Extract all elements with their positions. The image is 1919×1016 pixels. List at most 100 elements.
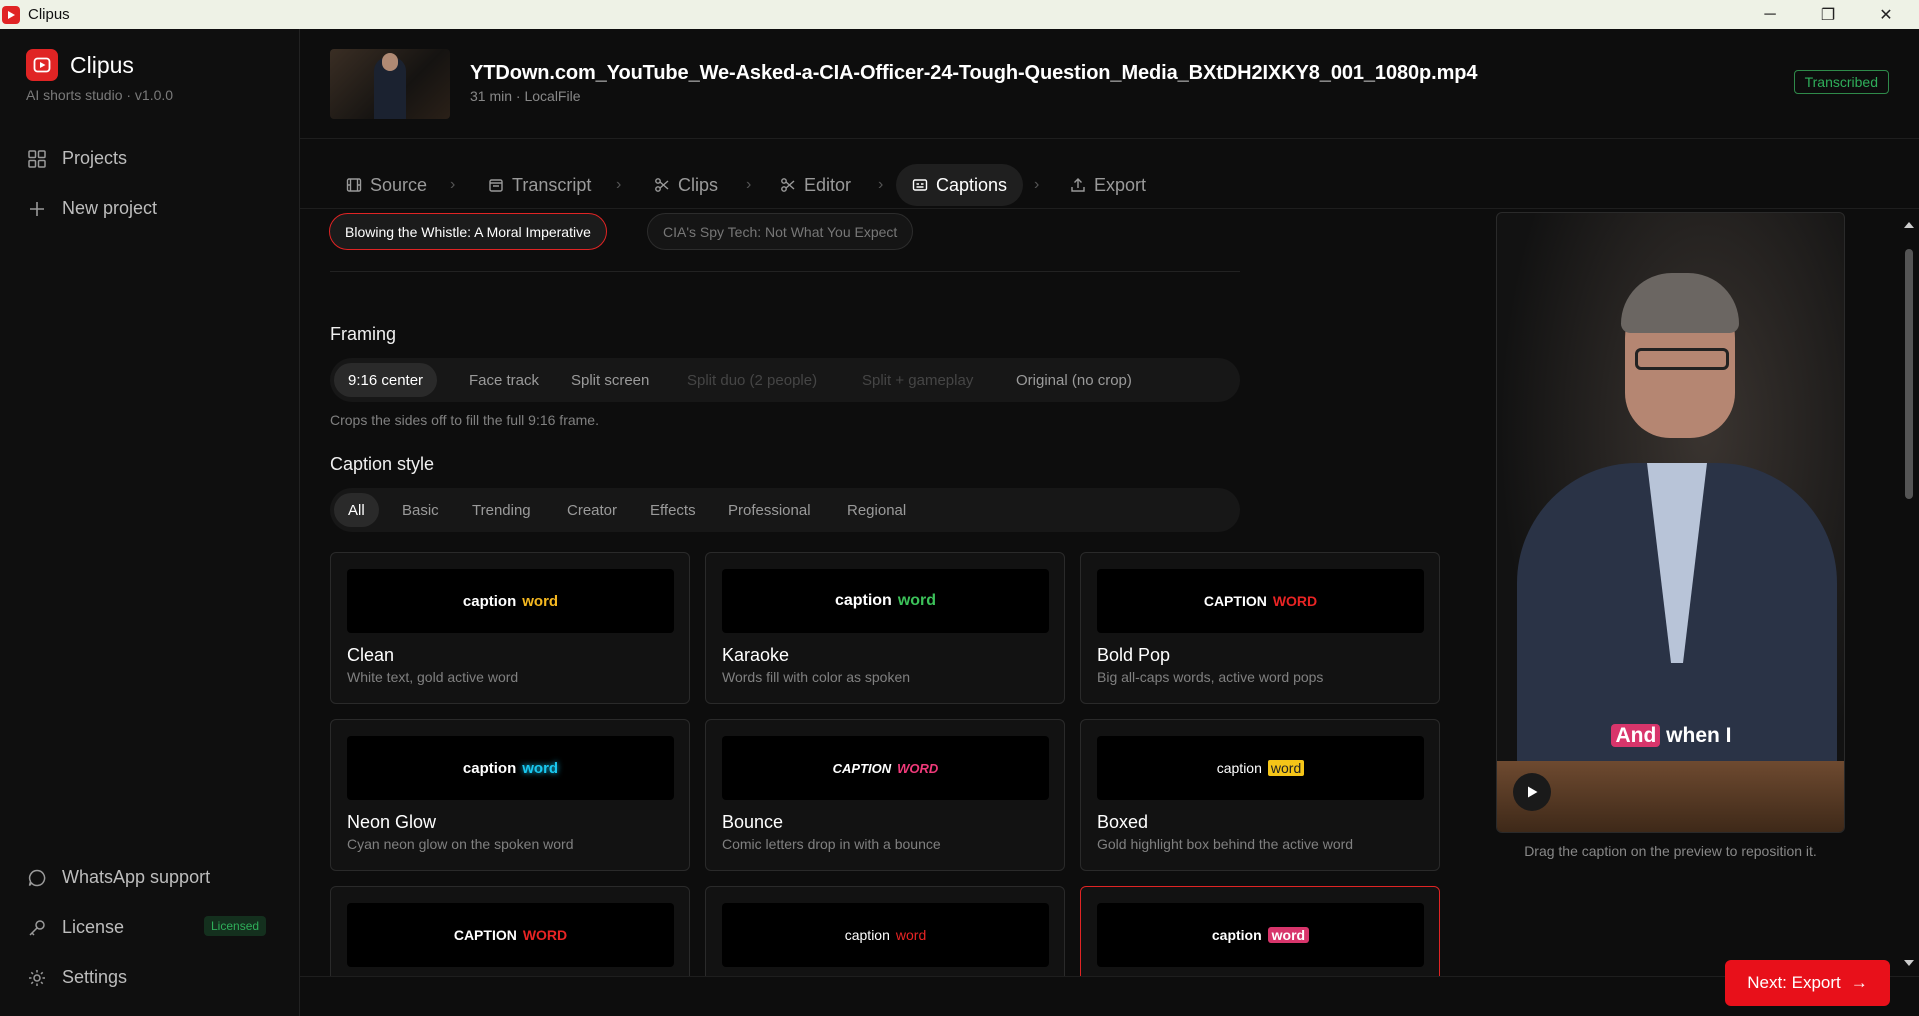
preview-caption-overlay[interactable]: And when I <box>1497 724 1844 748</box>
sidebar-item-label: Projects <box>62 148 128 168</box>
sidebar-item-label: New project <box>62 198 158 218</box>
tab-clips[interactable]: Clips <box>654 164 718 206</box>
scrollbar-thumb[interactable] <box>1905 249 1913 499</box>
close-button[interactable]: ✕ <box>1857 0 1915 29</box>
filter-basic[interactable]: Basic <box>388 493 453 527</box>
caption-style-card-clean[interactable]: caption word Clean White text, gold activ… <box>330 552 690 704</box>
brand-subtitle: AI shorts studio · v1.0.0 <box>26 87 174 103</box>
filter-effects[interactable]: Effects <box>636 493 710 527</box>
caption-style-description: Gold highlight box behind the active wor… <box>1097 836 1354 852</box>
filter-all[interactable]: All <box>334 493 379 527</box>
brand[interactable]: Clipus <box>26 49 134 81</box>
caption-style-description: Comic letters drop in with a bounce <box>722 836 941 852</box>
tab-captions[interactable]: Captions <box>896 164 1024 206</box>
clipus-logo-icon <box>26 49 58 81</box>
project-header: YTDown.com_YouTube_We-Asked-a-CIA-Office… <box>300 29 1919 139</box>
tab-editor[interactable]: Editor <box>780 164 851 206</box>
preview-person-hair <box>1621 273 1739 333</box>
film-icon <box>346 178 362 192</box>
caption-style-title: Caption style <box>330 454 435 474</box>
framing-option-9-16-center[interactable]: 9:16 center <box>334 363 438 397</box>
maximize-button[interactable]: ❐ <box>1799 0 1857 29</box>
document-icon <box>489 179 503 192</box>
chevron-right-icon: › <box>746 176 752 193</box>
caption-words: when I <box>1666 724 1732 747</box>
captions-icon <box>912 179 928 191</box>
caption-style-name: Clean <box>347 645 395 665</box>
transcribed-status-badge: Transcribed <box>1793 70 1889 94</box>
caption-style-card-selected[interactable]: caption word <box>1080 886 1440 976</box>
caption-style-preview: CAPTION WORD <box>722 736 1049 800</box>
framing-options: 9:16 center Face track Split screen Spli… <box>330 358 1240 402</box>
content-scrollbar[interactable] <box>1902 219 1916 969</box>
preview-person-glasses <box>1635 348 1729 370</box>
framing-option-original[interactable]: Original (no crop) <box>1002 363 1146 397</box>
tab-label: Transcript <box>512 174 592 195</box>
chat-bubble-icon <box>28 869 46 886</box>
preview-drag-hint: Drag the caption on the preview to repos… <box>1524 843 1817 859</box>
sidebar-item-license[interactable]: License <box>28 917 124 938</box>
caption-style-description: White text, gold active word <box>347 669 519 685</box>
caption-active-word: And <box>1611 724 1661 747</box>
filter-regional[interactable]: Regional <box>833 493 920 527</box>
sidebar-item-projects[interactable]: Projects <box>28 148 127 169</box>
brand-name: Clipus <box>70 51 134 78</box>
tab-label: Editor <box>804 174 852 195</box>
footer-bar <box>300 976 1919 1016</box>
caption-style-description: Big all-caps words, active word pops <box>1097 669 1324 685</box>
tab-export[interactable]: Export <box>1070 164 1146 206</box>
tab-label: Captions <box>936 174 1008 195</box>
license-status-badge: Licensed <box>204 916 267 936</box>
window-title: Clipus <box>28 6 70 23</box>
caption-style-name: Neon Glow <box>347 812 437 832</box>
window-titlebar: Clipus ─ ❐ ✕ <box>0 0 1919 29</box>
framing-option-split-duo[interactable]: Split duo (2 people) <box>673 363 831 397</box>
divider <box>330 271 1240 272</box>
minimize-button[interactable]: ─ <box>1741 0 1799 29</box>
tab-source[interactable]: Source <box>346 164 427 206</box>
caption-style-card[interactable]: CAPTION WORD <box>330 886 690 976</box>
caption-style-name: Bold Pop <box>1097 645 1171 665</box>
chevron-right-icon: › <box>878 176 884 193</box>
framing-hint: Crops the sides off to fill the full 9:1… <box>330 412 599 428</box>
caption-style-description: Cyan neon glow on the spoken word <box>347 836 574 852</box>
framing-option-face-track[interactable]: Face track <box>455 363 553 397</box>
caption-style-preview: caption word <box>347 569 674 633</box>
sidebar-item-label: Settings <box>62 967 128 987</box>
tab-label: Clips <box>678 174 719 195</box>
arrow-right-icon: → <box>1850 973 1868 992</box>
caption-style-card-bounce[interactable]: CAPTION WORD Bounce Comic letters drop in… <box>705 719 1065 871</box>
chevron-right-icon: › <box>450 176 456 193</box>
scroll-down-icon[interactable] <box>1902 957 1916 969</box>
sidebar-item-new-project[interactable]: New project <box>28 198 157 219</box>
filter-trending[interactable]: Trending <box>458 493 545 527</box>
filter-professional[interactable]: Professional <box>714 493 825 527</box>
clip-chip-selected[interactable]: Blowing the Whistle: A Moral Imperative <box>329 213 607 250</box>
caption-style-card[interactable]: caption word <box>705 886 1065 976</box>
upload-icon <box>1071 178 1085 192</box>
framing-option-split-gameplay[interactable]: Split + gameplay <box>848 363 987 397</box>
sidebar-item-settings[interactable]: Settings <box>28 967 127 988</box>
sidebar-item-whatsapp-support[interactable]: WhatsApp support <box>28 867 210 888</box>
framing-option-split-screen[interactable]: Split screen <box>557 363 663 397</box>
caption-style-preview: caption word <box>722 903 1049 967</box>
caption-style-card-karaoke[interactable]: caption word Karaoke Words fill with colo… <box>705 552 1065 704</box>
clip-chip[interactable]: CIA's Spy Tech: Not What You Expect <box>647 213 914 250</box>
app-icon <box>2 5 20 24</box>
next-export-button[interactable]: Next: Export → <box>1725 960 1890 1006</box>
caption-style-card-boxed[interactable]: caption word Boxed Gold highlight box beh… <box>1080 719 1440 871</box>
gear-icon <box>29 969 45 986</box>
captions-content: Blowing the Whistle: A Moral Imperative … <box>300 209 1919 976</box>
scroll-up-icon[interactable] <box>1902 219 1916 231</box>
caption-style-name: Karaoke <box>722 645 790 665</box>
filter-creator[interactable]: Creator <box>553 493 631 527</box>
workflow-tabs: Source › Transcript › Clips › Editor › C… <box>300 139 1919 209</box>
caption-style-card-bold-pop[interactable]: CAPTION WORD Bold Pop Big all-caps words,… <box>1080 552 1440 704</box>
tab-transcript[interactable]: Transcript <box>488 164 591 206</box>
caption-style-card-neon-glow[interactable]: caption word Neon Glow Cyan neon glow on … <box>330 719 690 871</box>
chevron-right-icon: › <box>1034 176 1040 193</box>
caption-style-preview: caption word <box>1097 903 1424 967</box>
play-button[interactable] <box>1513 773 1551 811</box>
caption-style-filters: All Basic Trending Creator Effects Profe… <box>330 488 1240 532</box>
video-preview[interactable]: And when I <box>1496 212 1845 833</box>
